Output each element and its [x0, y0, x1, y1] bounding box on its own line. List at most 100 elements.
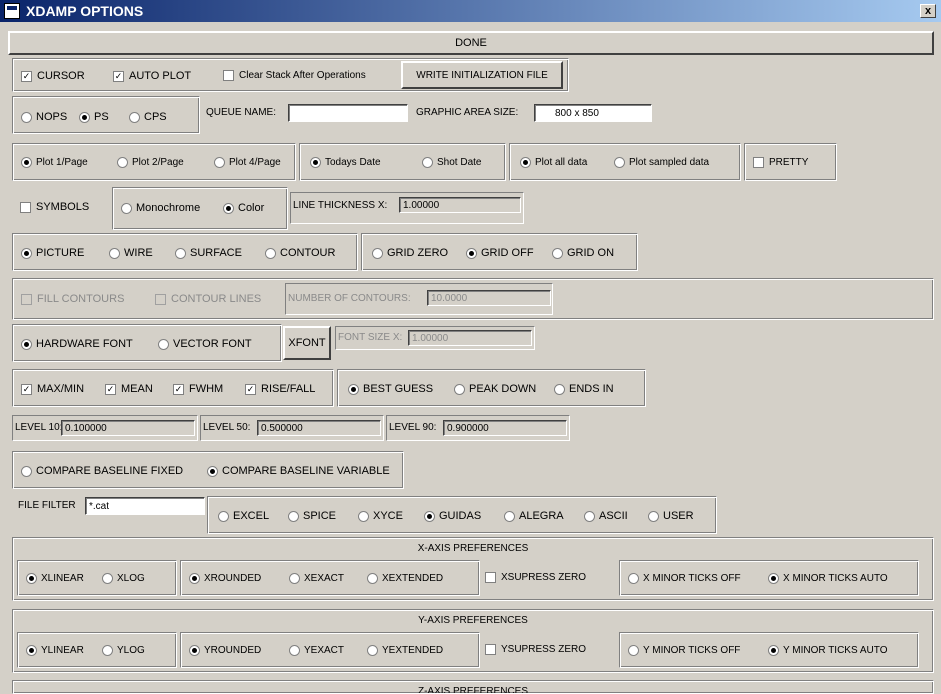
pretty-label: PRETTY — [769, 157, 809, 168]
best-guess-radio[interactable]: BEST GUESS — [348, 383, 433, 395]
contour-lines-checkbox[interactable]: CONTOUR LINES — [155, 293, 261, 305]
rise-fall-label: RISE/FALL — [261, 383, 316, 395]
user-label: USER — [663, 510, 694, 522]
ylinear-label: YLINEAR — [41, 645, 84, 656]
autoplot-label: AUTO PLOT — [129, 70, 192, 82]
plot1-radio[interactable]: Plot 1/Page — [21, 157, 88, 168]
xfont-button[interactable]: XFONT — [283, 326, 331, 360]
level50-input[interactable]: 0.500000 — [257, 420, 381, 436]
plot-sampled-label: Plot sampled data — [629, 157, 710, 168]
vector-font-label: VECTOR FONT — [173, 338, 252, 350]
xsupress-zero-checkbox[interactable]: XSUPRESS ZERO — [485, 572, 586, 583]
maxmin-checkbox[interactable]: MAX/MIN — [21, 383, 84, 395]
ylog-radio[interactable]: YLOG — [102, 645, 145, 656]
ps-radio[interactable]: PS — [79, 111, 109, 123]
level10-input[interactable]: 0.100000 — [61, 420, 195, 436]
clear-stack-checkbox[interactable]: Clear Stack After Operations — [223, 70, 366, 81]
shot-date-radio[interactable]: Shot Date — [422, 157, 481, 168]
level90-input[interactable]: 0.900000 — [443, 420, 567, 436]
font-size-input[interactable]: 1.00000 — [408, 330, 532, 346]
x-ticks-off-radio[interactable]: X MINOR TICKS OFF — [628, 573, 741, 584]
xsupress-zero-label: XSUPRESS ZERO — [501, 572, 587, 583]
measurements-group: MAX/MIN MEAN FWHM RISE/FALL — [12, 369, 334, 407]
contour-count-input[interactable]: 10.0000 — [427, 290, 551, 306]
ends-in-label: ENDS IN — [569, 383, 614, 395]
rise-fall-checkbox[interactable]: RISE/FALL — [245, 383, 315, 395]
user-radio[interactable]: USER — [648, 510, 694, 522]
excel-radio[interactable]: EXCEL — [218, 510, 269, 522]
cps-radio[interactable]: CPS — [129, 111, 167, 123]
y-ticks-off-radio[interactable]: Y MINOR TICKS OFF — [628, 645, 740, 656]
contour-count-box: NUMBER OF CONTOURS: 10.0000 — [285, 283, 553, 315]
xexact-radio[interactable]: XEXACT — [289, 573, 344, 584]
color-radio[interactable]: Color — [223, 202, 264, 214]
nops-radio[interactable]: NOPS — [21, 111, 67, 123]
pretty-checkbox[interactable]: PRETTY — [753, 157, 808, 168]
todays-date-radio[interactable]: Todays Date — [310, 157, 381, 168]
xextended-radio[interactable]: XEXTENDED — [367, 573, 443, 584]
close-button[interactable]: x — [920, 4, 936, 18]
guess-mode-group: BEST GUESS PEAK DOWN ENDS IN — [337, 369, 646, 407]
xlog-radio[interactable]: XLOG — [102, 573, 145, 584]
guidas-radio[interactable]: GUIDAS — [424, 510, 481, 522]
xlinear-radio[interactable]: XLINEAR — [26, 573, 84, 584]
xyce-label: XYCE — [373, 510, 403, 522]
file-filter-input[interactable]: *.cat — [85, 497, 205, 515]
baseline-fixed-radio[interactable]: COMPARE BASELINE FIXED — [21, 465, 183, 477]
maxmin-label: MAX/MIN — [37, 383, 85, 395]
peak-down-label: PEAK DOWN — [469, 383, 537, 395]
yexact-radio[interactable]: YEXACT — [289, 645, 344, 656]
grid-off-radio[interactable]: GRID OFF — [466, 247, 534, 259]
x-ticks-auto-radio[interactable]: X MINOR TICKS AUTO — [768, 573, 888, 584]
plot-sampled-radio[interactable]: Plot sampled data — [614, 157, 709, 168]
plot4-radio[interactable]: Plot 4/Page — [214, 157, 281, 168]
mean-checkbox[interactable]: MEAN — [105, 383, 153, 395]
mean-label: MEAN — [121, 383, 153, 395]
fwhm-checkbox[interactable]: FWHM — [173, 383, 223, 395]
plot-all-radio[interactable]: Plot all data — [520, 157, 587, 168]
line-thickness-input[interactable]: 1.00000 — [399, 197, 521, 213]
yrounded-radio[interactable]: YROUNDED — [189, 645, 261, 656]
alegra-radio[interactable]: ALEGRA — [504, 510, 564, 522]
grid-zero-label: GRID ZERO — [387, 247, 449, 259]
ends-in-radio[interactable]: ENDS IN — [554, 383, 614, 395]
xrounded-radio[interactable]: XROUNDED — [189, 573, 261, 584]
baseline-variable-radio[interactable]: COMPARE BASELINE VARIABLE — [207, 465, 390, 477]
wire-radio[interactable]: WIRE — [109, 247, 153, 259]
autoplot-checkbox[interactable]: AUTO PLOT — [113, 70, 191, 82]
contour-radio[interactable]: CONTOUR — [265, 247, 335, 259]
cursor-checkbox[interactable]: CURSOR — [21, 70, 85, 82]
graphic-area-input[interactable]: 800 x 850 — [534, 104, 652, 122]
baseline-group: COMPARE BASELINE FIXED COMPARE BASELINE … — [12, 451, 404, 489]
y-ticks-auto-radio[interactable]: Y MINOR TICKS AUTO — [768, 645, 887, 656]
monochrome-radio[interactable]: Monochrome — [121, 202, 200, 214]
ascii-radio[interactable]: ASCII — [584, 510, 628, 522]
grid-on-radio[interactable]: GRID ON — [552, 247, 614, 259]
symbols-checkbox[interactable]: SYMBOLS — [20, 201, 89, 213]
contour-label: CONTOUR — [280, 247, 336, 259]
vector-font-radio[interactable]: VECTOR FONT — [158, 338, 252, 350]
write-init-button[interactable]: WRITE INITIALIZATION FILE — [401, 61, 563, 89]
xyce-radio[interactable]: XYCE — [358, 510, 403, 522]
color-mode-group: Monochrome Color — [112, 187, 288, 230]
grid-zero-radio[interactable]: GRID ZERO — [372, 247, 448, 259]
plot4-label: Plot 4/Page — [229, 157, 281, 168]
ylinear-radio[interactable]: YLINEAR — [26, 645, 84, 656]
ysupress-zero-checkbox[interactable]: YSUPRESS ZERO — [485, 644, 586, 655]
xlinear-label: XLINEAR — [41, 573, 84, 584]
nops-label: NOPS — [36, 111, 68, 123]
surface-radio[interactable]: SURFACE — [175, 247, 242, 259]
plot-data-group: Plot all data Plot sampled data — [509, 143, 741, 181]
spice-radio[interactable]: SPICE — [288, 510, 336, 522]
queue-name-input[interactable] — [288, 104, 408, 122]
best-guess-label: BEST GUESS — [363, 383, 434, 395]
plot2-radio[interactable]: Plot 2/Page — [117, 157, 184, 168]
hardware-font-radio[interactable]: HARDWARE FONT — [21, 338, 133, 350]
fill-contours-checkbox[interactable]: FILL CONTOURS — [21, 293, 124, 305]
line-thickness-box: LINE THICKNESS X: 1.00000 — [290, 192, 524, 224]
yrounded-label: YROUNDED — [204, 645, 262, 656]
yextended-radio[interactable]: YEXTENDED — [367, 645, 443, 656]
done-button[interactable]: DONE — [8, 31, 934, 55]
peak-down-radio[interactable]: PEAK DOWN — [454, 383, 536, 395]
picture-radio[interactable]: PICTURE — [21, 247, 84, 259]
